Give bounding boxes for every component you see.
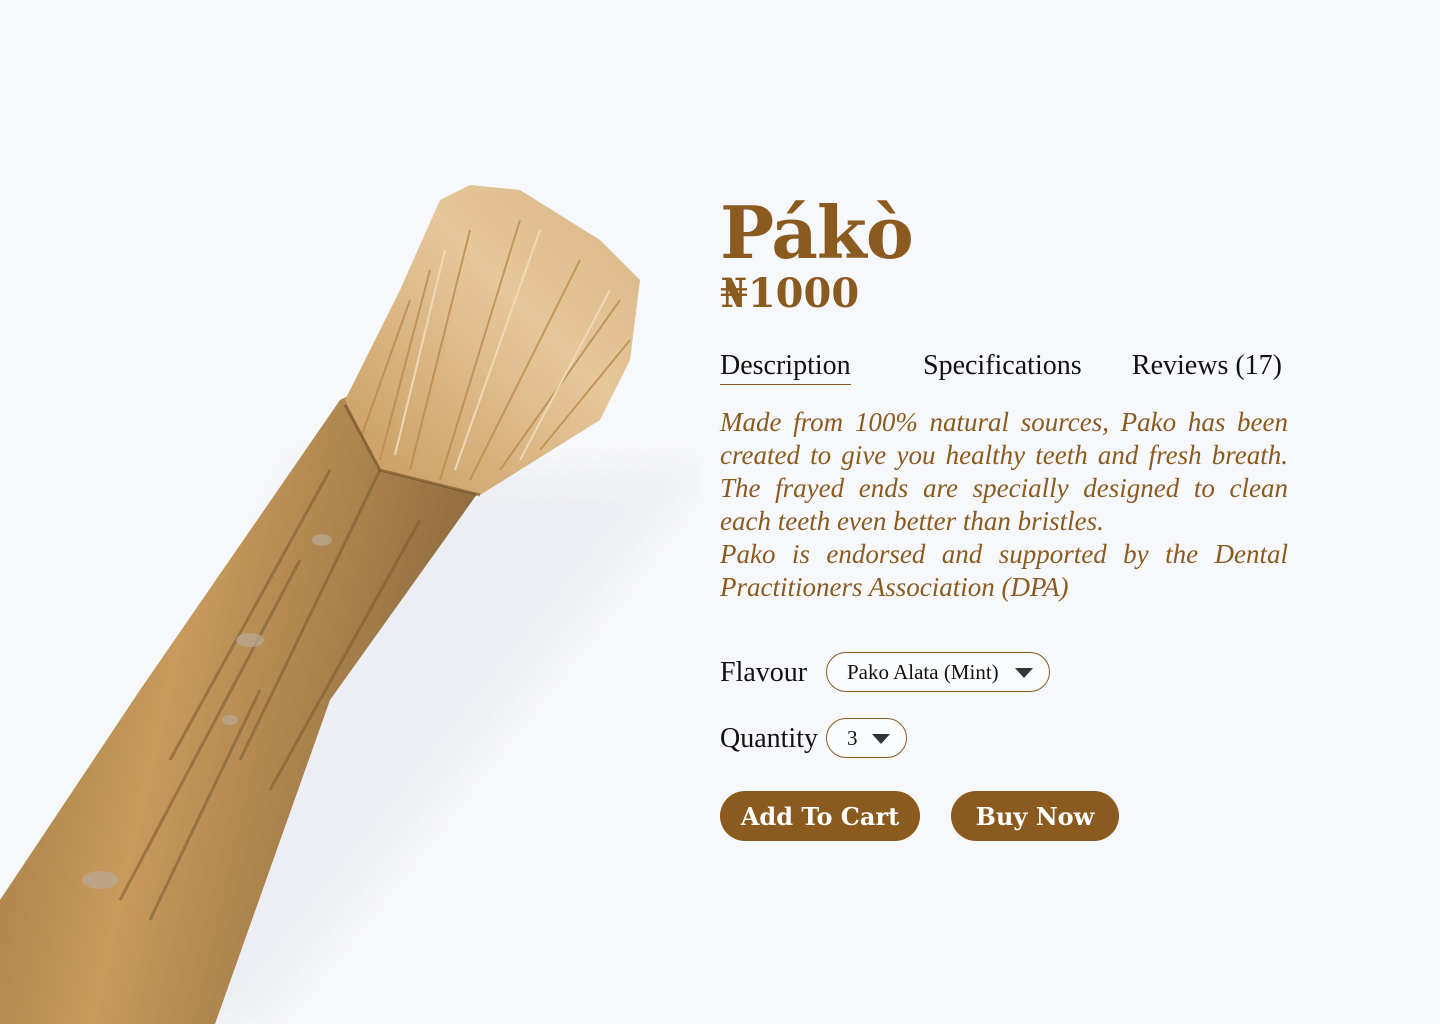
tab-description[interactable]: Description (720, 348, 851, 385)
tab-reviews[interactable]: Reviews (17) (1132, 348, 1282, 384)
product-price: ₦1000 (720, 270, 860, 317)
quantity-select[interactable]: 3 (826, 718, 907, 758)
flavour-label: Flavour (720, 657, 808, 688)
flavour-value: Pako Alata (Mint) (847, 659, 999, 684)
description-paragraph: Made from 100% natural sources, Pako has… (720, 407, 1288, 536)
tab-specifications[interactable]: Specifications (923, 348, 1082, 384)
product-tabs: Description Specifications Reviews (17) (720, 348, 1290, 388)
add-to-cart-button[interactable]: Add To Cart (720, 791, 920, 841)
product-title: Pákò (720, 190, 914, 275)
product-description: Made from 100% natural sources, Pako has… (720, 406, 1288, 604)
buy-now-button[interactable]: Buy Now (951, 791, 1119, 841)
product-image (0, 0, 700, 1024)
caret-down-icon (1015, 668, 1033, 678)
quantity-label: Quantity (720, 723, 818, 754)
caret-down-icon (872, 734, 890, 744)
quantity-value: 3 (847, 725, 858, 750)
flavour-select[interactable]: Pako Alata (Mint) (826, 652, 1050, 692)
description-paragraph: Pako is endorsed and supported by the De… (720, 539, 1288, 602)
